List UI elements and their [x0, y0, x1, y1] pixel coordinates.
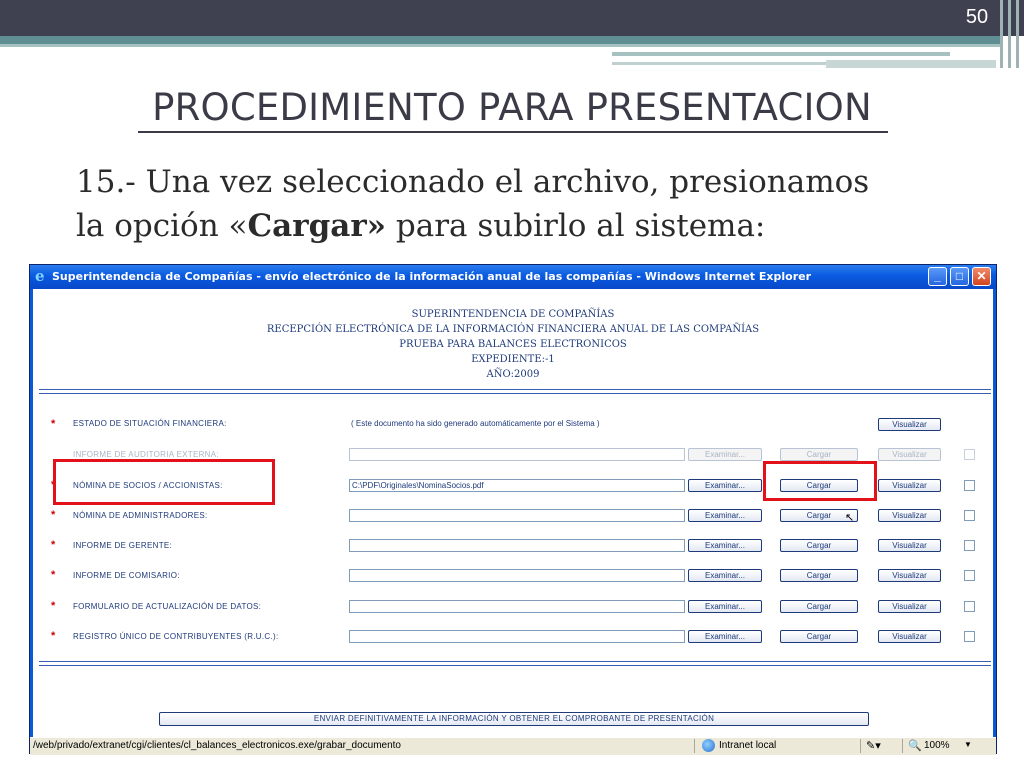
- required-marker: *: [51, 418, 56, 430]
- intranet-zone-icon: [702, 739, 715, 752]
- submit-final-button[interactable]: ENVIAR DEFINITIVAMENTE LA INFORMACIÓN Y …: [159, 712, 869, 726]
- row-label: INFORME DE GERENTE:: [73, 541, 173, 550]
- auto-generated-note: ( Este documento ha sido generado automá…: [351, 419, 600, 428]
- examinar-button[interactable]: Examinar...: [688, 509, 762, 522]
- required-marker: *: [51, 539, 56, 551]
- row-label: INFORME DE COMISARIO:: [73, 571, 180, 580]
- row-checkbox[interactable]: [964, 510, 975, 521]
- slide-stripe: [0, 44, 1000, 47]
- zoom-level[interactable]: 100%: [924, 740, 950, 751]
- mouse-cursor-icon: ↖: [845, 512, 855, 524]
- protected-mode-icon[interactable]: ✎▾: [866, 739, 881, 752]
- required-marker: *: [51, 630, 56, 642]
- row-checkbox[interactable]: [964, 601, 975, 612]
- visualizar-button[interactable]: Visualizar: [878, 479, 941, 492]
- slide-vertical-line: [1008, 0, 1011, 68]
- required-marker: *: [51, 509, 56, 521]
- visualizar-button[interactable]: Visualizar: [878, 539, 941, 552]
- body-line-1: 15.- Una vez seleccionado el archivo, pr…: [76, 164, 870, 200]
- body-line-2: la opción «Cargar» para subirlo al siste…: [76, 204, 976, 248]
- examinar-button[interactable]: Examinar...: [688, 539, 762, 552]
- status-separator: [860, 739, 861, 753]
- zoom-dropdown-icon[interactable]: ▼: [964, 740, 972, 749]
- file-path-input[interactable]: [349, 600, 685, 613]
- header-line-2: RECEPCIÓN ELECTRÓNICA DE LA INFORMACIÓN …: [266, 324, 760, 335]
- visualizar-button[interactable]: Visualizar: [878, 448, 941, 461]
- row-label: INFORME DE AUDITORIA EXTERNA:: [73, 450, 219, 459]
- file-path-input[interactable]: [349, 509, 685, 522]
- page-number: 50: [965, 6, 989, 28]
- row-label: FORMULARIO DE ACTUALIZACIÓN DE DATOS:: [73, 602, 262, 611]
- examinar-button[interactable]: Examinar...: [688, 630, 762, 643]
- divider: [39, 393, 991, 394]
- header-line-1: SUPERINTENDENCIA DE COMPAÑÍAS: [411, 309, 615, 320]
- status-separator: [902, 739, 903, 753]
- title-underline: [138, 131, 888, 133]
- header-line-5: AÑO:2009: [486, 369, 540, 380]
- maximize-button[interactable]: □: [950, 267, 969, 286]
- row-label: ESTADO DE SITUACIÓN FINANCIERA:: [73, 419, 227, 428]
- examinar-button[interactable]: Examinar...: [688, 479, 762, 492]
- body-line-2-bold: Cargar»: [247, 208, 387, 244]
- highlight-box-nomina-socios: [53, 459, 275, 505]
- required-marker: *: [51, 600, 56, 612]
- visualizar-button[interactable]: Visualizar: [878, 569, 941, 582]
- divider: [39, 389, 991, 390]
- header-line-4: EXPEDIENTE:-1: [471, 354, 555, 365]
- file-path-input[interactable]: [349, 539, 685, 552]
- visualizar-button[interactable]: Visualizar: [878, 418, 941, 431]
- slide-top-bar: [0, 0, 1024, 36]
- minimize-button[interactable]: _: [928, 267, 947, 286]
- slide-vertical-line: [1016, 0, 1019, 68]
- zoom-icon[interactable]: 🔍: [908, 739, 922, 752]
- file-path-input[interactable]: [349, 448, 685, 461]
- cargar-button[interactable]: Cargar: [780, 600, 858, 613]
- row-checkbox[interactable]: [964, 570, 975, 581]
- header-line-3: PRUEBA PARA BALANCES ELECTRONICOS: [399, 339, 627, 350]
- browser-window: e Superintendencia de Compañías - envío …: [29, 264, 997, 755]
- row-checkbox[interactable]: [964, 631, 975, 642]
- status-separator: [694, 739, 695, 753]
- required-marker: *: [51, 569, 56, 581]
- slide-vertical-line: [1000, 0, 1003, 68]
- internet-explorer-icon: e: [35, 267, 45, 285]
- window-titlebar[interactable]: e Superintendencia de Compañías - envío …: [30, 265, 996, 289]
- slide-body-text: 15.- Una vez seleccionado el archivo, pr…: [76, 160, 976, 248]
- slide-stripe: [0, 36, 1000, 44]
- slide-stripe: [612, 62, 827, 65]
- security-zone: Intranet local: [719, 740, 777, 751]
- row-label: REGISTRO ÚNICO DE CONTRIBUYENTES (R.U.C.…: [73, 632, 279, 641]
- row-checkbox[interactable]: [964, 480, 975, 491]
- body-line-2-post: para subirlo al sistema:: [386, 208, 766, 244]
- cargar-button[interactable]: Cargar: [780, 630, 858, 643]
- visualizar-button[interactable]: Visualizar: [878, 630, 941, 643]
- slide-stripe: [612, 52, 950, 56]
- window-title: Superintendencia de Compañías - envío el…: [52, 270, 811, 283]
- status-bar: /web/privado/extranet/cgi/clientes/cl_ba…: [30, 737, 996, 755]
- examinar-button[interactable]: Examinar...: [688, 448, 762, 461]
- divider: [39, 665, 991, 666]
- cargar-button[interactable]: Cargar: [780, 539, 858, 552]
- close-button[interactable]: ✕: [972, 267, 991, 286]
- examinar-button[interactable]: Examinar...: [688, 569, 762, 582]
- cargar-button[interactable]: Cargar: [780, 569, 858, 582]
- slide-title: PROCEDIMIENTO PARA PRESENTACION: [152, 86, 872, 129]
- file-path-input[interactable]: [349, 630, 685, 643]
- slide-stripe: [826, 60, 996, 68]
- cargar-button[interactable]: Cargar: [780, 448, 858, 461]
- row-checkbox[interactable]: [964, 449, 975, 460]
- visualizar-button[interactable]: Visualizar: [878, 600, 941, 613]
- status-url: /web/privado/extranet/cgi/clientes/cl_ba…: [33, 740, 401, 751]
- highlight-box-cargar: [763, 461, 877, 501]
- divider: [39, 661, 991, 662]
- body-line-2-pre: la opción «: [76, 208, 248, 244]
- row-label: NÓMINA DE ADMINISTRADORES:: [73, 511, 208, 520]
- file-path-input[interactable]: [349, 569, 685, 582]
- row-checkbox[interactable]: [964, 540, 975, 551]
- file-path-input[interactable]: C:\PDF\Originales\NominaSocios.pdf: [349, 479, 685, 492]
- page-content: SUPERINTENDENCIA DE COMPAÑÍAS RECEPCIÓN …: [33, 289, 993, 737]
- visualizar-button[interactable]: Visualizar: [878, 509, 941, 522]
- examinar-button[interactable]: Examinar...: [688, 600, 762, 613]
